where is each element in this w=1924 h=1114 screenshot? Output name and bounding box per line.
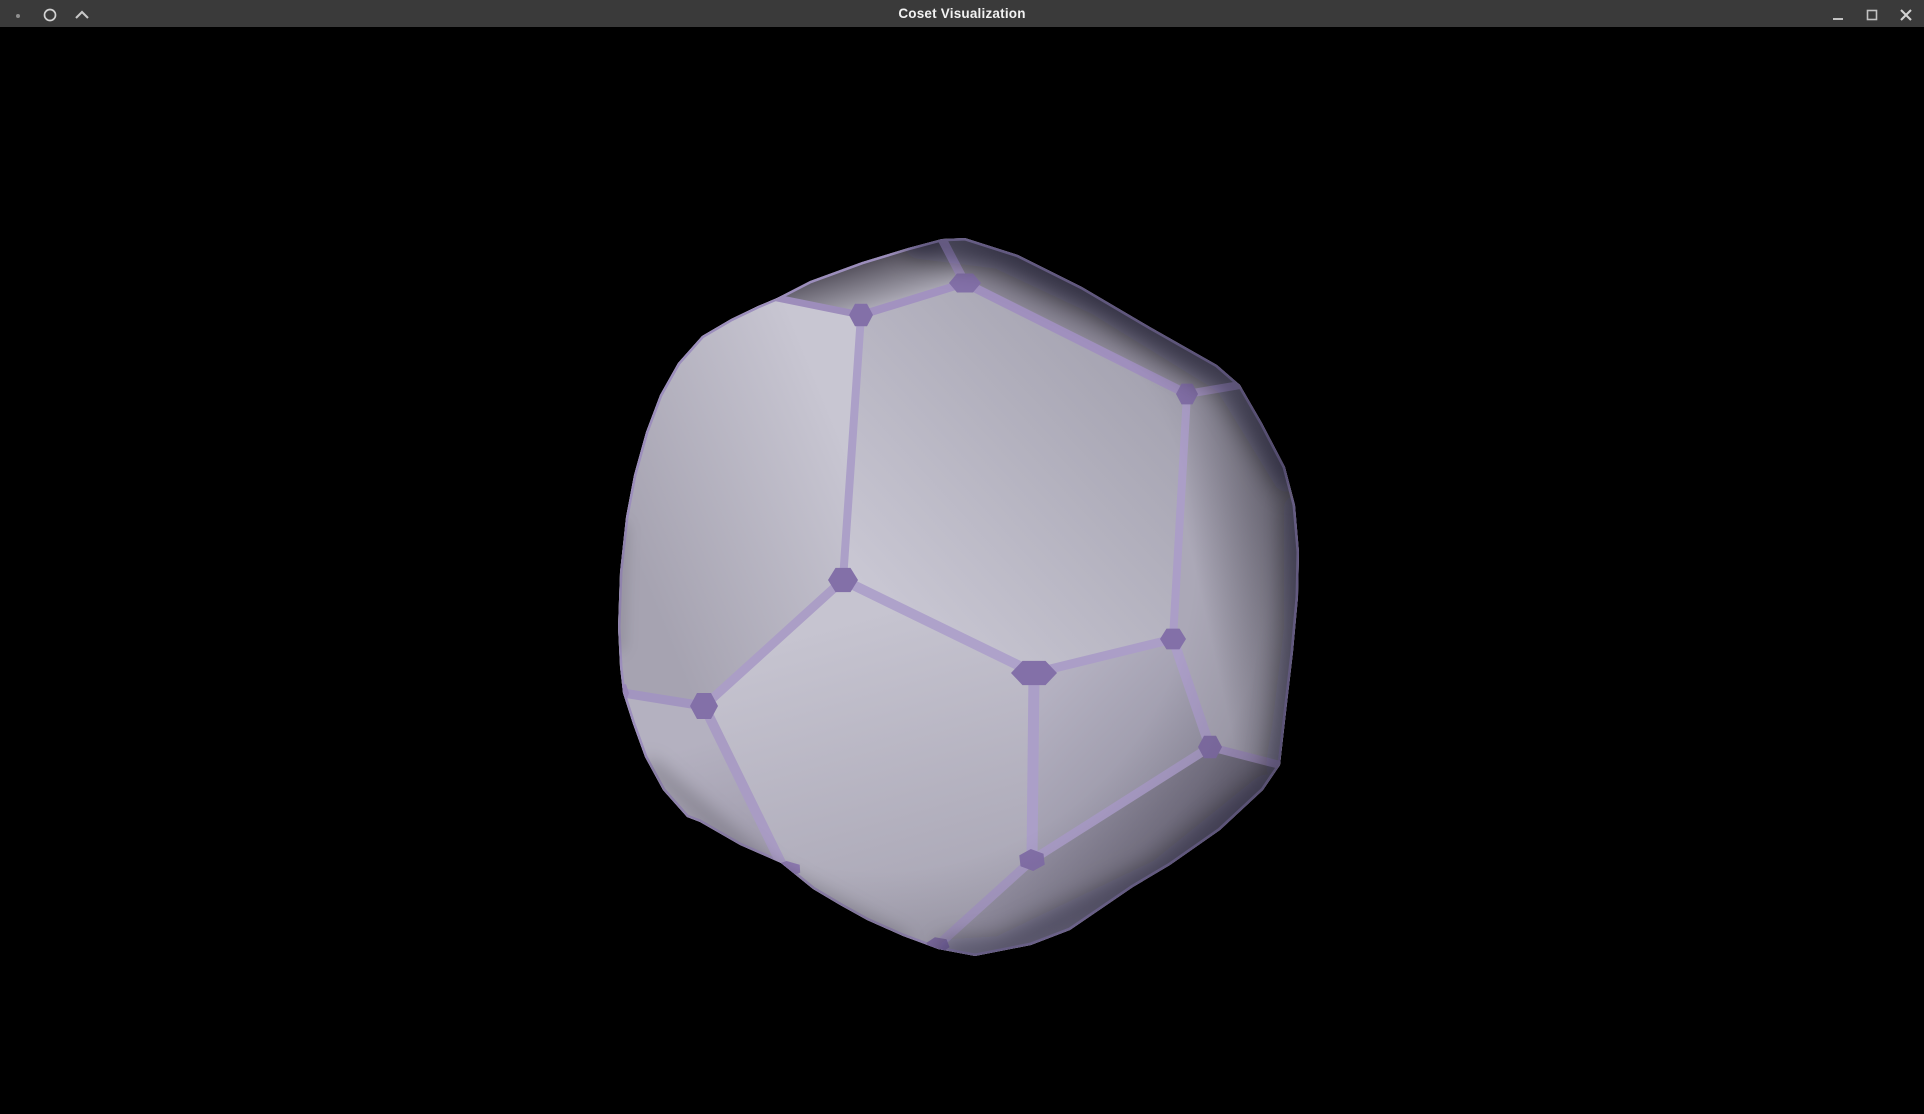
dot-icon: [6, 2, 30, 26]
chevron-up-icon[interactable]: [70, 2, 94, 26]
circle-icon[interactable]: [38, 2, 62, 26]
window-title: Coset Visualization: [0, 0, 1924, 27]
coset-3d-canvas[interactable]: [0, 27, 1924, 1114]
window-controls: [1826, 0, 1918, 27]
minimize-button[interactable]: [1826, 2, 1850, 26]
maximize-button[interactable]: [1860, 2, 1884, 26]
close-button[interactable]: [1894, 2, 1918, 26]
titlebar-left-icons: [6, 0, 94, 27]
render-viewport: [0, 27, 1924, 1114]
titlebar: Coset Visualization: [0, 0, 1924, 27]
